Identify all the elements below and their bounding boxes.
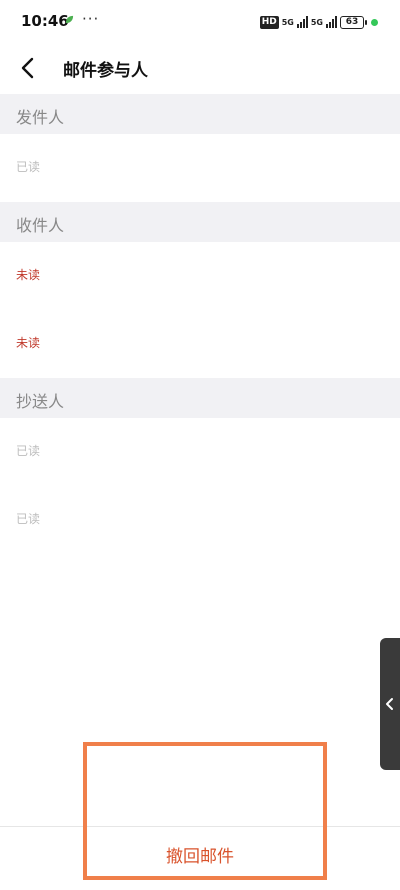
- read-status: 已读: [16, 512, 41, 526]
- recall-mail-button[interactable]: 撤回邮件: [0, 826, 400, 890]
- participant-row[interactable]: 已读: [0, 134, 400, 202]
- status-time: 10:46: [21, 12, 69, 30]
- navigation-bar: 邮件参与人: [0, 42, 400, 94]
- participant-row[interactable]: 未读: [0, 242, 400, 310]
- section-title-sender: 发件人: [16, 108, 65, 127]
- chevron-left-icon: [386, 698, 393, 710]
- page-title: 邮件参与人: [63, 61, 148, 81]
- side-panel-handle[interactable]: [380, 638, 400, 770]
- section-header-cc: 抄送人: [0, 378, 400, 418]
- section-header-recipient: 收件人: [0, 202, 400, 242]
- network-5g-label-2: 5G: [310, 17, 323, 27]
- more-notifications-icon: ···: [82, 10, 100, 28]
- participant-row[interactable]: 已读: [0, 486, 400, 554]
- signal-icon: [296, 16, 308, 28]
- back-arrow-icon[interactable]: [15, 54, 43, 82]
- leaf-icon: [65, 15, 74, 24]
- participant-row[interactable]: 未读: [0, 310, 400, 378]
- section-title-recipient: 收件人: [16, 216, 65, 235]
- read-status: 已读: [16, 160, 41, 174]
- network-5g-label: 5G: [281, 17, 294, 27]
- recall-mail-label: 撤回邮件: [166, 847, 234, 866]
- section-title-cc: 抄送人: [16, 392, 65, 411]
- privacy-indicator-dot: [371, 18, 378, 26]
- read-status: 已读: [16, 444, 41, 458]
- unread-status: 未读: [16, 336, 41, 350]
- signal-icon-2: [326, 16, 337, 28]
- hd-icon: HD: [259, 15, 279, 29]
- participant-row[interactable]: 已读: [0, 418, 400, 486]
- battery-icon: 63: [340, 15, 367, 29]
- section-header-sender: 发件人: [0, 94, 400, 134]
- unread-status: 未读: [16, 268, 41, 282]
- status-bar: 10:46 ··· HD 5G 5G 63: [0, 0, 400, 42]
- status-indicators: HD 5G 5G 63: [259, 13, 378, 31]
